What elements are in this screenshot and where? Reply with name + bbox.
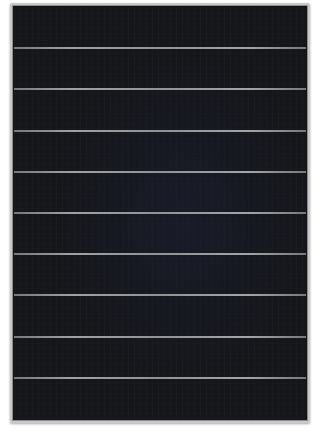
cell-divider-line: [14, 171, 306, 173]
solar-panel-frame: [10, 3, 310, 423]
cell-divider-line: [14, 47, 306, 49]
cell-divider-line: [14, 130, 306, 132]
cell-divider-line: [14, 294, 306, 296]
cell-divider-line: [14, 377, 306, 379]
cell-divider-line: [14, 88, 306, 90]
cell-divider-line: [14, 212, 306, 214]
cell-divider-line: [14, 336, 306, 338]
cell-divider-line: [14, 253, 306, 255]
image-canvas: [0, 0, 323, 432]
